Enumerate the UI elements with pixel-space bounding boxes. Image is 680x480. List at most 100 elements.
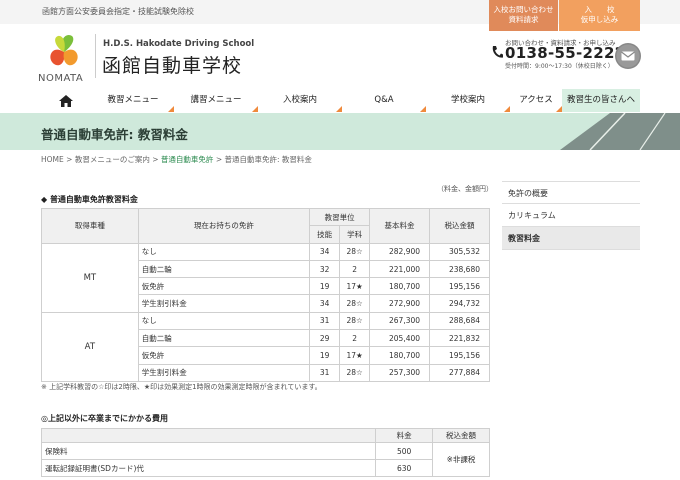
extra-section-title: ◎上記以外に卒業までにかかる費用 [41,414,168,423]
header-extra-fee: 料金 [375,428,434,443]
breadcrumb-license[interactable]: 普通自動車免許 [161,155,214,164]
skill-cell: 31 [309,363,341,382]
nav-admission-label: 入校案内 [282,95,317,105]
base-fee-cell: 180,700 [369,346,431,365]
apply-button-line2: 仮申し込み [580,15,619,24]
extra-fee-cell: 500 [375,442,434,460]
nav-school-info-label: 学校案内 [450,95,485,105]
skill-cell: 31 [309,311,341,331]
apply-button[interactable]: 入 校 仮申し込み [559,0,640,31]
breadcrumb: HOME > 教習メニューのご案内 > 普通自動車免許 > 普通自動車免許: 教… [41,154,312,165]
header-total: 税込金額 [429,208,490,244]
base-fee-cell: 272,900 [369,294,431,313]
extra-label-cell: 運転記録証明書(SDカード)代 [40,459,377,477]
table-row: MT なし 34 28☆ 282,900 305,532 [41,242,490,313]
mail-button[interactable] [615,43,641,69]
page-title: 普通自動車免許: 教習料金 [41,127,188,142]
group-name: MT [41,242,139,313]
nav-access-label: アクセス [519,95,553,105]
inquiry-button-line1: 入校お問い合わせ [493,5,554,14]
base-fee-cell: 267,300 [369,311,431,331]
total-fee-cell: 305,532 [429,242,490,261]
nav-training-menu-label: 教習メニュー [107,95,159,105]
header-extra-total: 税込金額 [432,428,490,443]
skill-cell: 19 [309,346,341,365]
global-nav: 教習メニュー 講習メニュー 入校案内 Q&A 学校案内 アクセス 教習生の皆さん… [40,89,640,112]
skill-cell: 29 [309,329,341,348]
study-cell: 2 [339,329,371,348]
business-hours: 受付時間：9:00〜17:30（休校日除く） [505,63,614,70]
inquiry-button[interactable]: 入校お問い合わせ 資料請求 [489,0,558,31]
license-cell: 仮免許 [137,346,311,365]
top-note: 函館方面公安委員会指定・技能試験免除校 [42,7,194,16]
skill-cell: 32 [309,259,341,279]
extra-label-cell: 保険料 [40,442,377,460]
inquiry-button-line2: 資料請求 [508,15,539,24]
nav-school-info[interactable]: 学校案内 [426,89,510,112]
breadcrumb-current: 普通自動車免許: 教習料金 [224,155,312,164]
table-row: AT なし 31 28☆ 267,300 288,684 [41,311,490,382]
base-fee-cell: 257,300 [369,363,431,382]
nav-qa-label: Q&A [374,95,394,105]
logo-text: NOMATA [38,73,84,84]
header-current-license: 現在お持ちの免許 [137,208,311,244]
group-name: AT [41,311,139,382]
header-blank [40,428,377,443]
license-cell: 学生割引料金 [137,294,311,313]
page-hero: 普通自動車免許: 教習料金 [0,113,680,150]
nav-admission[interactable]: 入校案内 [258,89,342,112]
study-cell: 28☆ [339,311,371,331]
logo-divider [95,34,96,78]
license-cell: 自動二輪 [137,259,311,279]
fee-footnote: ※ 上記学科教習の☆印は2時限、★印は効果測定1時限の効果測定時限が含まれていま… [41,383,322,391]
nav-course-menu-label: 講習メニュー [190,95,242,105]
header-study: 学科 [339,225,371,244]
total-fee-cell: 288,684 [429,311,490,331]
road-illustration [530,113,680,150]
nav-course-menu[interactable]: 講習メニュー [174,89,258,112]
breadcrumb-sep: > [66,155,73,164]
table-row: 運転記録証明書(SDカード)代 630 [40,459,490,477]
nav-students[interactable]: 教習生の皆さんへ [562,89,640,112]
unit-note: （料金、金額円） [437,185,493,193]
nav-students-label: 教習生の皆さんへ [566,95,635,105]
total-fee-cell: 277,884 [429,363,490,382]
school-name-ja[interactable]: 函館自動車学校 [102,51,242,78]
sidebar-item-curriculum[interactable]: カリキュラム [502,204,640,227]
study-cell: 2 [339,259,371,279]
nav-home[interactable] [40,89,92,112]
breadcrumb-menu[interactable]: 教習メニューのご案内 [75,155,150,164]
fee-table: 取得車種 現在お持ちの免許 教習単位 基本料金 税込金額 技能 学科 MT なし… [41,207,490,382]
study-cell: 28☆ [339,294,371,313]
nav-access[interactable]: アクセス [510,89,562,112]
nav-qa[interactable]: Q&A [342,89,426,112]
tax-note-cell: ※非課税 [432,442,490,477]
phone-icon [492,46,503,58]
breadcrumb-sep: > [215,155,223,164]
base-fee-cell: 221,000 [369,259,431,279]
sidebar-item-overview[interactable]: 免許の概要 [502,181,640,204]
total-fee-cell: 221,832 [429,329,490,348]
sidebar-item-fees[interactable]: 教習料金 [502,227,640,250]
skill-cell: 34 [309,242,341,261]
extra-fee-table: 料金 税込金額 保険料 500 ※非課税 運転記録証明書(SDカード)代 630 [40,428,490,477]
total-fee-cell: 294,732 [429,294,490,313]
table-row: 保険料 500 ※非課税 [40,442,490,477]
license-cell: なし [137,311,311,331]
nav-training-menu[interactable]: 教習メニュー [92,89,174,112]
skill-cell: 34 [309,294,341,313]
study-cell: 17★ [339,346,371,365]
header-skill: 技能 [309,225,341,244]
base-fee-cell: 180,700 [369,277,431,296]
apply-button-line1: 入 校 [584,5,615,14]
base-fee-cell: 282,900 [369,242,431,261]
breadcrumb-home[interactable]: HOME [41,155,64,164]
logo-mark-icon[interactable] [42,30,86,70]
study-cell: 28☆ [339,363,371,382]
header-base: 基本料金 [369,208,431,244]
header-unit: 教習単位 [309,207,371,227]
license-cell: 自動二輪 [137,329,311,348]
sidebar: 免許の概要 カリキュラム 教習料金 [502,181,640,250]
study-cell: 17★ [339,277,371,296]
phone-number[interactable]: 0138-55-2222 [505,44,625,62]
